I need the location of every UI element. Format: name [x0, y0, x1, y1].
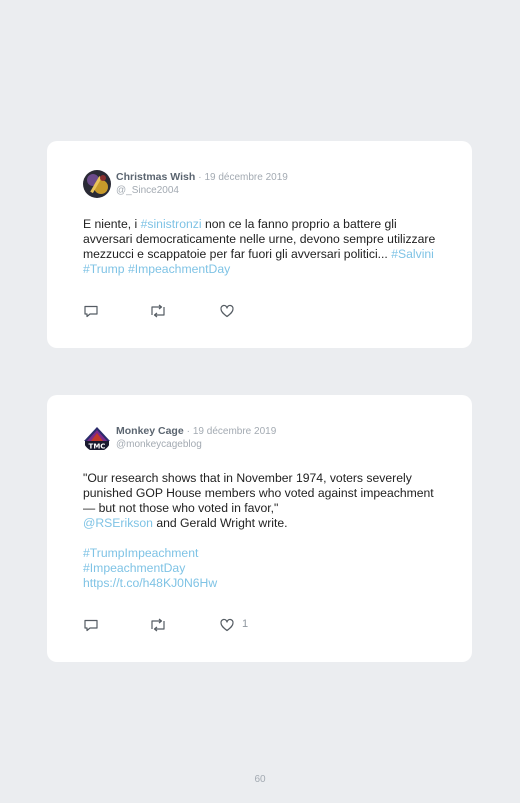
avatar[interactable]: [83, 170, 111, 198]
author-handle[interactable]: @monkeycageblog: [116, 438, 276, 451]
like-count: 1: [242, 618, 249, 630]
retweet-icon[interactable]: [149, 303, 167, 319]
text-segment: "Our research shows that in November 197…: [83, 471, 434, 515]
text-segment: and Gerald Wright write.: [152, 516, 288, 530]
avatar[interactable]: TMC: [83, 424, 111, 452]
tweet-header: Monkey Cage · 19 décembre 2019 @monkeyca…: [116, 425, 276, 451]
hashtag-link[interactable]: #Trump: [83, 262, 125, 276]
reply-icon[interactable]: [83, 617, 99, 633]
tweet-date[interactable]: 19 décembre 2019: [193, 426, 276, 437]
heart-icon[interactable]: [219, 617, 235, 633]
tweet-date[interactable]: 19 décembre 2019: [204, 172, 287, 183]
hashtag-link[interactable]: #TrumpImpeachment: [83, 546, 198, 560]
tweet-card: Christmas Wish · 19 décembre 2019 @_Sinc…: [47, 141, 472, 348]
text-segment: E niente, i: [83, 217, 141, 231]
tweet-header: Christmas Wish · 19 décembre 2019 @_Sinc…: [116, 171, 288, 197]
hashtag-link[interactable]: #ImpeachmentDay: [83, 561, 185, 575]
heart-icon[interactable]: [219, 303, 235, 319]
tweet-text: "Our research shows that in November 197…: [83, 471, 448, 591]
author-handle[interactable]: @_Since2004: [116, 184, 288, 197]
hashtag-link[interactable]: #Salvini: [391, 247, 434, 261]
mention-link[interactable]: @RSErikson: [83, 516, 153, 530]
retweet-icon[interactable]: [149, 617, 167, 633]
svg-text:TMC: TMC: [89, 443, 106, 451]
separator: ·: [186, 426, 190, 437]
page-number: 60: [254, 774, 266, 785]
url-link[interactable]: https://t.co/h48KJ0N6Hw: [83, 576, 217, 590]
separator: ·: [198, 172, 202, 183]
tweet-text: E niente, i #sinistronzi non ce la fanno…: [83, 217, 448, 277]
tweet-card: TMC Monkey Cage · 19 décembre 2019 @monk…: [47, 395, 472, 662]
reply-icon[interactable]: [83, 303, 99, 319]
author-name[interactable]: Christmas Wish: [116, 171, 195, 183]
hashtag-link[interactable]: #sinistronzi: [141, 217, 202, 231]
author-name[interactable]: Monkey Cage: [116, 425, 184, 437]
hashtag-link[interactable]: #ImpeachmentDay: [128, 262, 230, 276]
